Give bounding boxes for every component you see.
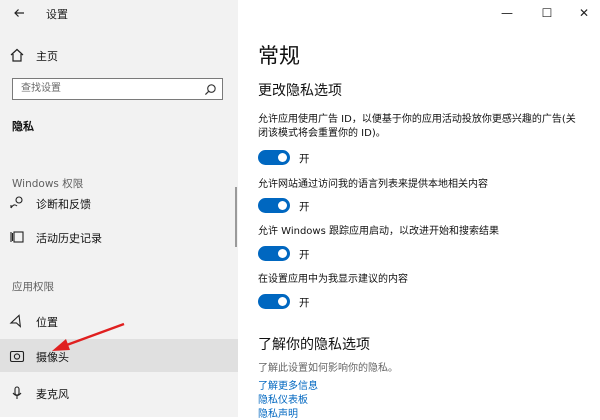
toggle-language-list[interactable]: [258, 198, 290, 213]
close-button[interactable]: ✕: [573, 2, 595, 24]
link-privacy-dashboard[interactable]: 隐私仪表板: [258, 391, 308, 406]
minimize-button[interactable]: —: [496, 2, 518, 24]
option-description: 允许应用使用广告 ID，以便基于你的应用活动投放你更感兴趣的广告(关闭该模式将会…: [258, 114, 576, 139]
toggle-advertising-id[interactable]: [258, 150, 290, 165]
learn-subtitle: 了解此设置如何影响你的隐私。: [258, 363, 398, 374]
toggle-state: 开: [299, 249, 310, 261]
toggle-suggested-content[interactable]: [258, 294, 290, 309]
link-privacy-statement[interactable]: 隐私声明: [258, 405, 298, 420]
toggle-state: 开: [299, 201, 310, 213]
toggle-track-app-launches[interactable]: [258, 246, 290, 261]
option-description: 允许 Windows 跟踪应用启动，以改进开始和搜索结果: [258, 226, 499, 237]
page-title: 常规: [258, 44, 300, 68]
annotation-arrow: [52, 322, 125, 351]
learn-section-title: 了解你的隐私选项: [258, 337, 370, 353]
toggle-state: 开: [299, 153, 310, 165]
section-title: 更改隐私选项: [258, 83, 342, 99]
option-description: 在设置应用中为我显示建议的内容: [258, 274, 408, 285]
toggle-state: 开: [299, 297, 310, 309]
maximize-button[interactable]: ☐: [536, 2, 558, 24]
option-description: 允许网站通过访问我的语言列表来提供本地相关内容: [258, 179, 488, 190]
link-learn-more[interactable]: 了解更多信息: [258, 377, 318, 392]
